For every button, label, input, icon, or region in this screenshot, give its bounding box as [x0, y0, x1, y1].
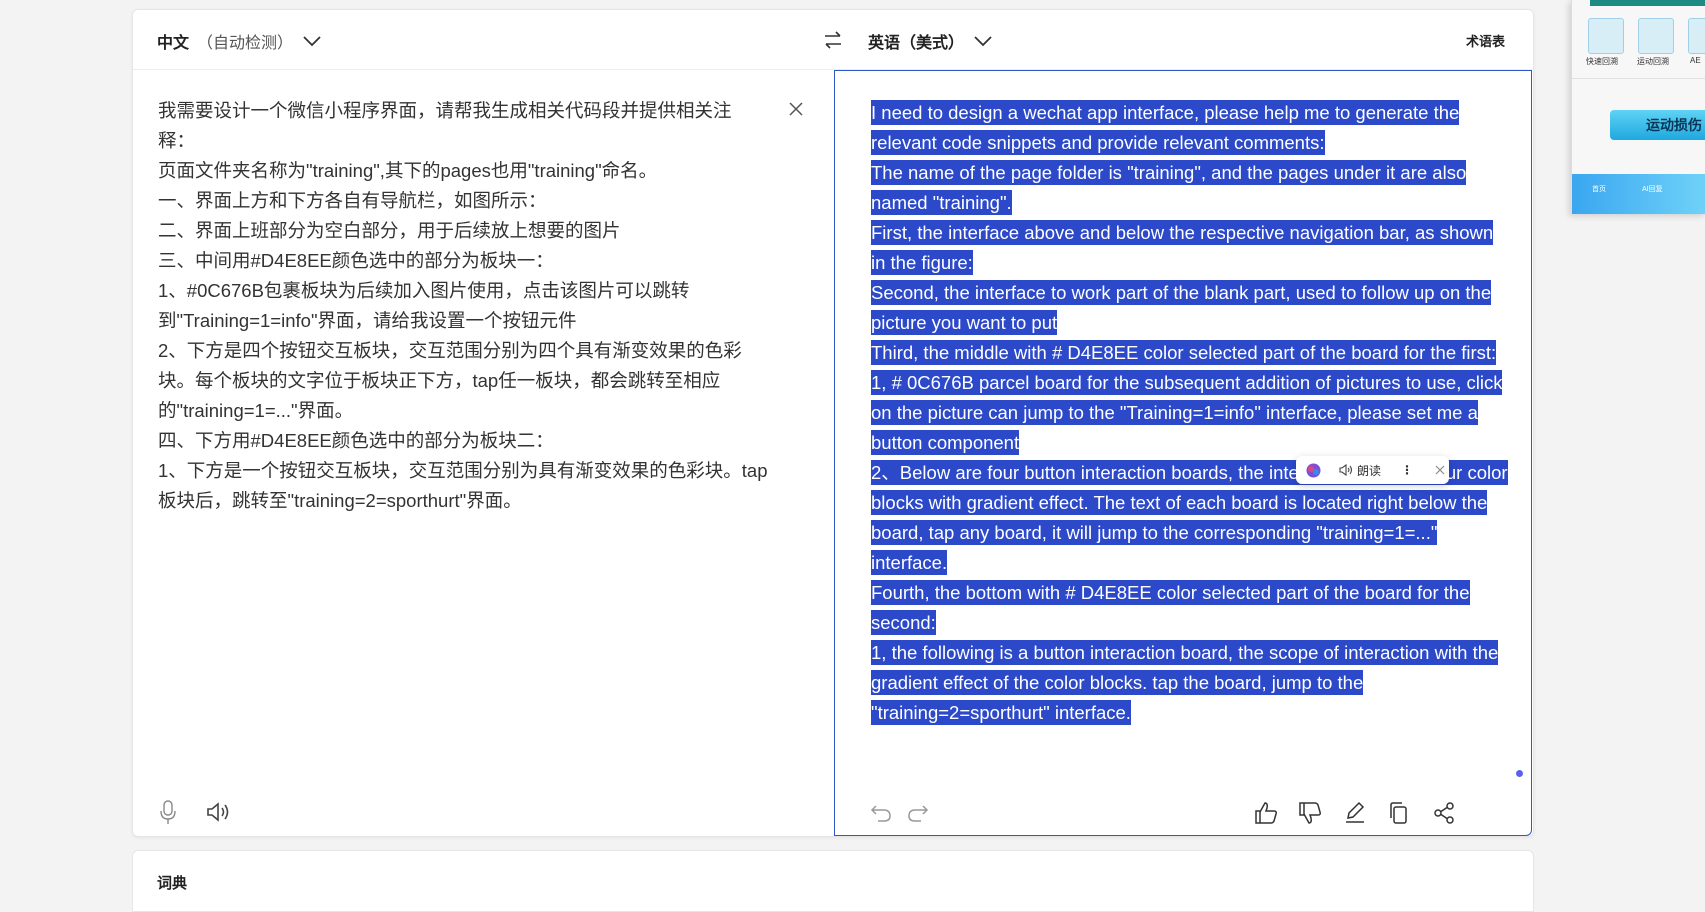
microphone-icon[interactable] — [159, 799, 177, 825]
target-pane: I need to design a wechat app interface,… — [834, 70, 1532, 836]
read-aloud-button[interactable]: 朗读 — [1357, 462, 1381, 479]
book-icon[interactable] — [1588, 18, 1624, 54]
source-language-label: 中文 — [157, 35, 190, 52]
clear-text-icon[interactable] — [786, 99, 806, 119]
share-icon[interactable] — [1431, 800, 1457, 826]
chevron-down-icon — [303, 36, 321, 47]
source-text-input[interactable]: 我需要设计一个微信小程序界面，请帮我生成相关代码段并提供相关注释： 页面文件夹名… — [158, 96, 768, 516]
dictionary-section: 词典 — [132, 850, 1534, 912]
more-options-button[interactable]: ⋮ — [1401, 463, 1414, 477]
thumbs-up-icon[interactable] — [1253, 800, 1279, 826]
edit-icon[interactable] — [1342, 800, 1368, 826]
translated-line: Third, the middle with # D4E8EE color se… — [871, 340, 1497, 365]
translated-line: Second, the interface to work part of th… — [871, 280, 1492, 335]
speaker-icon[interactable] — [1339, 463, 1353, 477]
panel-icon-label: AE — [1690, 56, 1701, 65]
translated-text[interactable]: I need to design a wechat app interface,… — [871, 98, 1511, 728]
nav-item-home[interactable]: 首页 — [1592, 184, 1606, 194]
source-pane: 我需要设计一个微信小程序界面，请帮我生成相关代码段并提供相关注释： 页面文件夹名… — [133, 70, 833, 836]
panel-icon-label: 运动回溯 — [1637, 57, 1669, 66]
thumbs-down-icon[interactable] — [1297, 800, 1323, 826]
translated-line: 1, # 0C676B parcel board for the subsequ… — [871, 370, 1503, 455]
auto-detect-label: （自动检测） — [197, 35, 294, 52]
book-icon[interactable] — [1688, 18, 1705, 54]
translated-line: 1, the following is a button interaction… — [871, 640, 1499, 725]
translated-line: Fourth, the bottom with # D4E8EE color s… — [871, 580, 1470, 635]
redo-icon[interactable] — [905, 800, 931, 826]
language-bar: 中文 （自动检测） 英语（美式） 术语表 — [133, 10, 1533, 70]
glossary-button[interactable]: 术语表 — [1466, 31, 1505, 50]
sports-injury-button[interactable]: 运动损伤 — [1610, 110, 1705, 140]
read-aloud-popup: 朗读 ⋮ — [1296, 456, 1449, 484]
copy-icon[interactable] — [1386, 800, 1412, 826]
divider — [1572, 78, 1705, 79]
book-icon[interactable] — [1638, 18, 1674, 54]
target-language-selector[interactable]: 英语（美式） — [868, 29, 994, 53]
speaker-icon[interactable] — [205, 800, 231, 824]
undo-icon[interactable] — [868, 800, 894, 826]
close-icon[interactable] — [1434, 464, 1446, 476]
source-language-selector[interactable]: 中文 （自动检测） — [157, 29, 323, 53]
dictionary-label: 词典 — [157, 875, 188, 892]
translated-line: First, the interface above and below the… — [871, 220, 1494, 275]
panel-icon-label: 快速回溯 — [1586, 57, 1618, 66]
translator-card: 中文 （自动检测） 英语（美式） 术语表 我需要设计一个微信小程序界面，请帮我生… — [132, 9, 1534, 837]
swap-languages-icon[interactable] — [821, 28, 845, 52]
status-dot — [1516, 770, 1523, 777]
translated-line: I need to design a wechat app interface,… — [871, 100, 1460, 155]
side-preview-panel: 快速回溯 运动回溯 AE 运动损伤 首页 AI回复 — [1571, 0, 1705, 214]
nav-item-ai-reply[interactable]: AI回复 — [1642, 184, 1663, 194]
target-language-label: 英语（美式） — [868, 35, 965, 52]
translated-line: The name of the page folder is "training… — [871, 160, 1467, 215]
panel-top-bar — [1590, 0, 1705, 6]
chevron-down-icon — [974, 36, 992, 47]
panel-bottom-nav: 首页 AI回复 — [1572, 174, 1705, 214]
assistant-logo-icon[interactable] — [1306, 463, 1321, 478]
